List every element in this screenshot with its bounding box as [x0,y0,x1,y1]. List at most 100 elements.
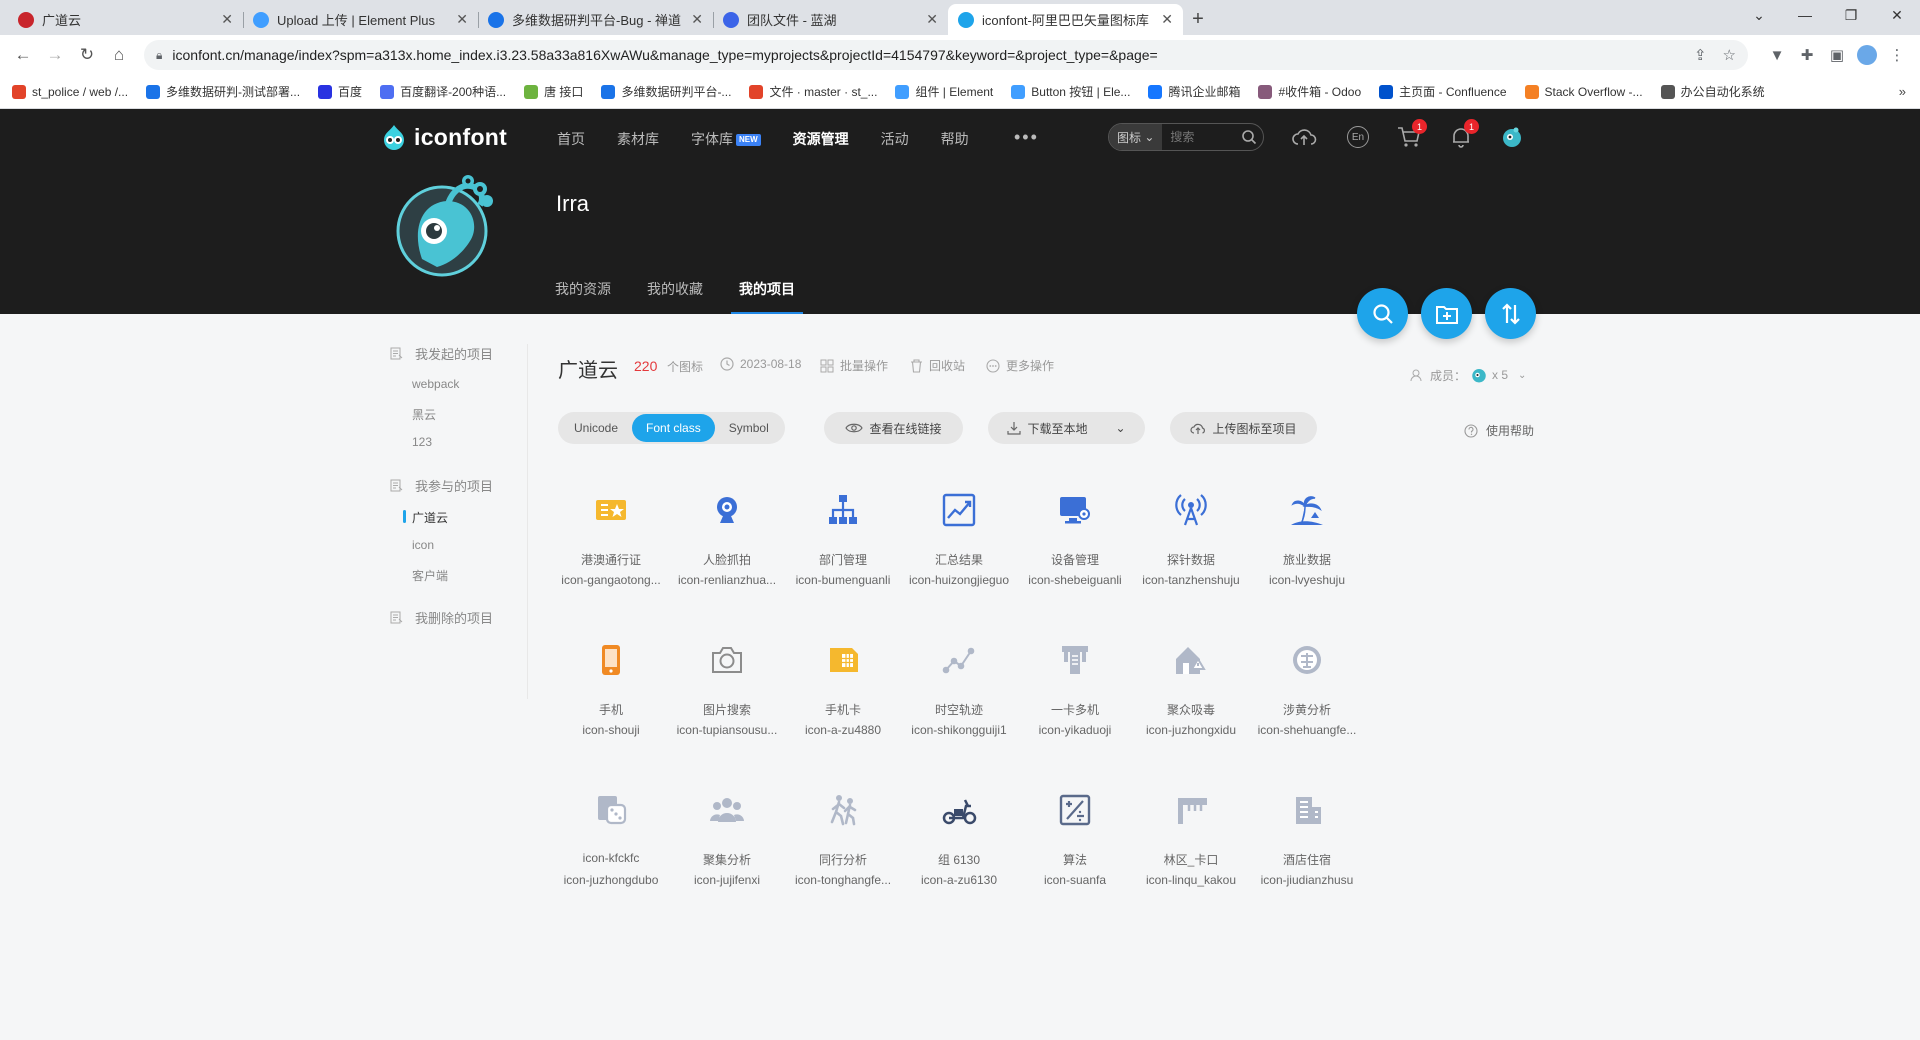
bookmark-item[interactable]: Stack Overflow -... [1524,84,1643,99]
icon-card[interactable]: 旅业数据 icon-lvyeshuju [1236,490,1378,587]
nav-item[interactable]: 帮助 [941,129,969,149]
bookmark-item[interactable]: 腾讯企业邮箱 [1148,83,1240,100]
tab-favicon-icon [958,11,974,28]
cart-icon[interactable]: 1 [1395,119,1427,151]
code-type-option[interactable]: Symbol [715,414,783,442]
nav-item[interactable]: 首页 [557,129,585,149]
sidebar-project-item[interactable]: 客户端 [412,567,448,584]
bookmark-favicon-icon [601,84,616,99]
code-type-option[interactable]: Unicode [560,414,632,442]
search-project-fab[interactable] [1357,288,1408,339]
sidebar-project-item[interactable]: 123 [412,435,432,449]
tab-close-icon[interactable]: ✕ [691,11,703,28]
sidebar-project-item[interactable]: 广道云 [402,509,448,526]
new-tab-button[interactable]: + [1183,4,1213,35]
upload-cloud-icon[interactable] [1290,123,1318,151]
icon-card[interactable]: 酒店住宿 icon-jiudianzhusu [1236,790,1378,887]
bookmark-star-icon[interactable]: ☆ [1723,46,1736,64]
forward-icon[interactable]: → [40,40,70,70]
window-close-button[interactable]: ✕ [1874,0,1920,30]
bookmark-item[interactable]: Button 按钮 | Ele... [1011,83,1130,100]
user-avatar-small[interactable] [1498,123,1526,151]
back-icon[interactable]: ← [8,40,38,70]
bell-icon[interactable]: 1 [1447,119,1479,151]
nav-item-label: 帮助 [940,131,969,147]
download-button[interactable]: 下载至本地 ⌄ [988,412,1145,444]
sidebar-group-title[interactable]: 我参与的项目 [390,476,493,495]
url-text[interactable]: iconfont.cn/manage/index?spm=a313x.home_… [172,47,1678,63]
tab-close-icon[interactable]: ✕ [456,11,468,28]
nav-more-icon[interactable]: ••• [1014,127,1039,148]
view-online-link-button[interactable]: 查看在线链接 [824,412,963,444]
search-type-label: 图标 [1117,130,1142,145]
sidebar-project-item[interactable]: icon [412,538,434,552]
bookmark-item[interactable]: 办公自动化系统 [1660,83,1765,100]
bookmark-item[interactable]: 百度翻译-200种语... [380,83,506,100]
new-project-fab[interactable] [1421,288,1472,339]
sidepanel-icon[interactable]: ▣ [1822,40,1852,70]
more-ops-label: 更多操作 [1006,359,1055,373]
tab-close-icon[interactable]: ✕ [926,11,938,28]
nav-item[interactable]: 素材库 [617,129,659,149]
bookmarks-overflow-icon[interactable]: » [1899,84,1906,99]
tab-search-icon[interactable]: ⌄ [1736,0,1782,30]
minimize-button[interactable]: — [1782,0,1828,30]
bookmark-item[interactable]: 主页面 - Confluence [1379,83,1507,100]
bookmark-item[interactable]: 多维数据研判-测试部署... [146,83,300,100]
sidebar-group-title[interactable]: 我删除的项目 [390,608,493,627]
iconfont-logo[interactable]: iconfont [380,123,507,151]
browser-tab[interactable]: iconfont-阿里巴巴矢量图标库 ✕ [948,4,1183,35]
bookmark-item[interactable]: 组件 | Element [895,83,993,100]
menu-icon[interactable]: ⋮ [1882,40,1912,70]
browser-tab[interactable]: 多维数据研判平台-Bug - 禅道 ✕ [478,4,713,35]
restore-button[interactable]: ❐ [1828,0,1874,30]
profile-tab[interactable]: 我的资源 [555,279,611,314]
bookmark-item[interactable]: #收件箱 - Odoo [1258,83,1361,100]
tab-close-icon[interactable]: ✕ [221,11,233,28]
nav-item[interactable]: 活动 [881,129,909,149]
home-icon[interactable]: ⌂ [104,40,134,70]
bookmark-item[interactable]: 百度 [318,83,362,100]
bookmark-item[interactable]: 多维数据研判平台-... [601,83,731,100]
code-type-option[interactable]: Font class [632,414,715,442]
url-bar[interactable]: 🔒︎ iconfont.cn/manage/index?spm=a313x.ho… [144,40,1748,70]
bookmarks-bar: st_police / web /... 多维数据研判-测试部署... 百度 百度翻译… [0,75,1920,109]
upload-icons-button[interactable]: 上传图标至项目 [1170,412,1317,444]
members-info[interactable]: 成员： x 5 ⌄ [1410,366,1526,384]
profile-tab[interactable]: 我的项目 [731,279,803,314]
nav-item[interactable]: 资源管理 [793,129,849,149]
browser-tab[interactable]: Upload 上传 | Element Plus ✕ [243,4,478,35]
sidebar-project-item[interactable]: 黑云 [412,406,436,423]
bookmark-item[interactable]: 唐 接口 [524,83,583,100]
batch-ops-button[interactable]: 批量操作 [820,357,888,374]
member-icon [1410,369,1422,382]
tab-close-icon[interactable]: ✕ [1161,11,1173,28]
bookmark-item[interactable]: 文件 · master · st_... [749,83,877,100]
bookmark-item[interactable]: st_police / web /... [12,84,128,99]
search-input[interactable] [1162,130,1235,144]
chevron-down-icon[interactable]: ⌄ [1115,421,1125,435]
search-icon[interactable] [1235,129,1263,145]
puzzle-icon[interactable]: ✚ [1792,40,1822,70]
reload-icon[interactable]: ↻ [72,40,102,70]
lock-icon[interactable]: 🔒︎ [156,48,162,63]
help-link[interactable]: 使用帮助 [1464,422,1534,439]
icon-count: 220 [634,358,658,374]
sort-fab[interactable] [1485,288,1536,339]
sidebar-group-title[interactable]: 我发起的项目 [390,344,493,363]
language-icon[interactable]: En [1347,126,1369,148]
trash-button[interactable]: 回收站 [910,357,965,374]
org-icon [823,490,863,530]
profile-icon[interactable] [1852,40,1882,70]
nav-item-label: 资源管理 [792,131,849,147]
browser-tab[interactable]: 广道云 ✕ [8,4,243,35]
icon-card[interactable]: 涉黄分析 icon-shehuangfe... [1236,640,1378,737]
share-icon[interactable]: ⇪ [1694,46,1707,64]
sidebar-project-item[interactable]: webpack [412,377,459,391]
search-type-select[interactable]: 图标 ⌄ [1109,124,1163,150]
extension-icon[interactable]: ▼ [1762,40,1792,70]
browser-tab[interactable]: 团队文件 - 蓝湖 ✕ [713,4,948,35]
profile-tab[interactable]: 我的收藏 [647,279,703,314]
more-ops-button[interactable]: 更多操作 [986,357,1054,374]
nav-item[interactable]: 字体库 NEW [691,129,761,149]
